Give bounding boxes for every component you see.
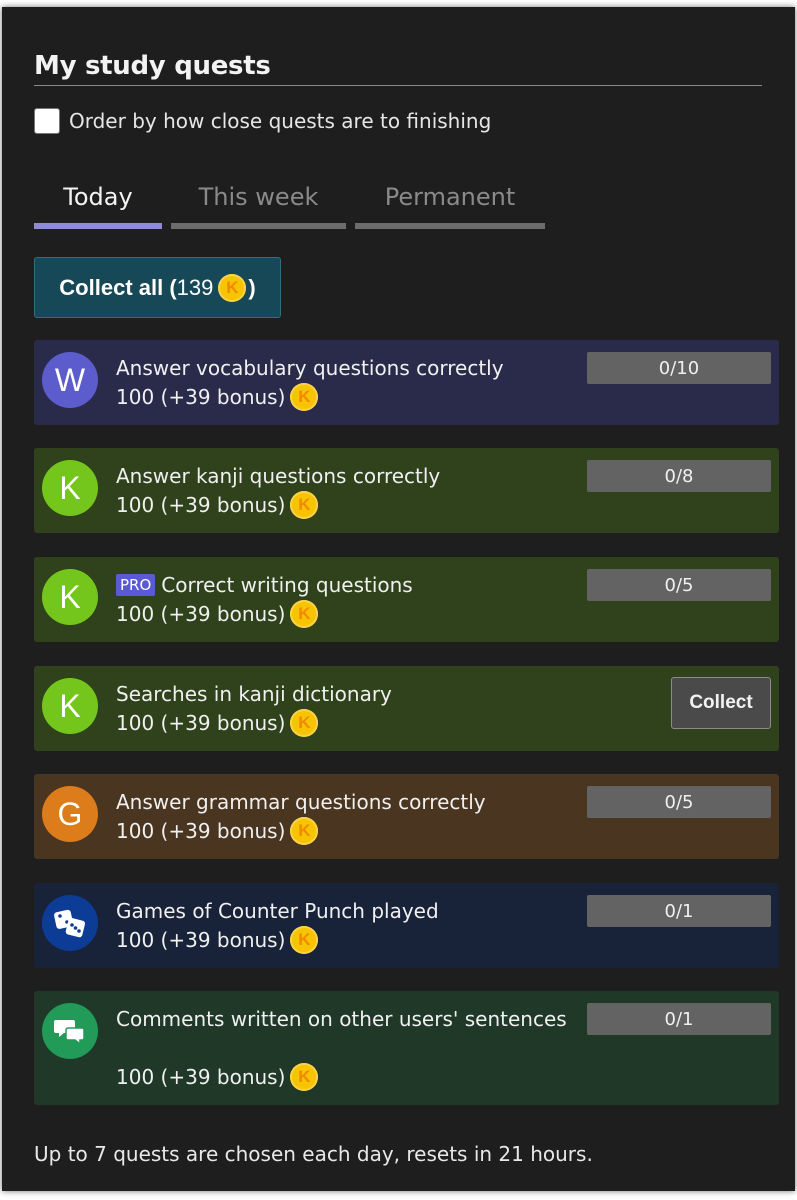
quest-reward: 100 (+39 bonus) K: [116, 817, 319, 845]
quest-card-grammar: G Answer grammar questions correctly 100…: [34, 774, 779, 859]
coin-icon: K: [290, 926, 319, 954]
quest-progress: 0/10: [587, 352, 771, 384]
quest-reward-text: 100 (+39 bonus): [116, 385, 286, 409]
tab-permanent[interactable]: Permanent: [355, 183, 545, 229]
quest-progress: 0/1: [587, 1003, 771, 1035]
quest-title: Answer vocabulary questions correctly: [116, 356, 504, 380]
collect-all-suffix: ): [248, 274, 256, 300]
quest-card-vocabulary: W Answer vocabulary questions correctly …: [34, 340, 779, 425]
quest-reward: 100 (+39 bonus) K: [116, 491, 319, 519]
quest-title: Answer kanji questions correctly: [116, 464, 441, 488]
tab-this-week[interactable]: This week: [171, 183, 346, 229]
quests-panel: My study quests Order by how close quest…: [2, 7, 795, 1191]
pro-badge: PRO: [116, 574, 156, 596]
tab-this-week-underline: [171, 223, 346, 229]
quest-reward-text: 100 (+39 bonus): [116, 602, 286, 626]
tab-permanent-label: Permanent: [384, 183, 516, 211]
avatar-k: K: [42, 678, 98, 734]
collect-button[interactable]: Collect: [671, 677, 771, 729]
quest-title: Searches in kanji dictionary: [116, 682, 392, 706]
coin-icon: K: [290, 709, 319, 737]
quest-reward-text: 100 (+39 bonus): [116, 493, 286, 517]
avatar-k: K: [42, 569, 98, 625]
coin-icon: K: [290, 817, 319, 845]
order-label[interactable]: Order by how close quests are to finishi…: [69, 109, 491, 133]
coin-icon: K: [290, 1063, 319, 1091]
order-checkbox[interactable]: [34, 108, 60, 134]
quest-reward: 100 (+39 bonus) K: [116, 926, 319, 954]
collect-all-amount: 139: [176, 274, 214, 300]
quest-reward: 100 (+39 bonus) K: [116, 709, 319, 737]
quest-reward-text: 100 (+39 bonus): [116, 1065, 286, 1089]
quest-title-text: Correct writing questions: [161, 573, 413, 597]
quest-title: Answer grammar questions correctly: [116, 790, 486, 814]
quest-reward-text: 100 (+39 bonus): [116, 711, 286, 735]
quest-title: Comments written on other users' sentenc…: [116, 1007, 567, 1031]
dice-icon: [42, 895, 98, 951]
quest-reward: 100 (+39 bonus) K: [116, 600, 319, 628]
quest-reward: 100 (+39 bonus) K: [116, 383, 319, 411]
page-title: My study quests: [34, 51, 762, 86]
quest-card-kanji-dictionary: K Searches in kanji dictionary 100 (+39 …: [34, 666, 779, 751]
collect-all-button[interactable]: Collect all (139 K): [34, 257, 281, 318]
quest-title: PRO Correct writing questions: [116, 571, 586, 600]
avatar-w: W: [42, 352, 98, 408]
collect-all-prefix: Collect all (: [59, 274, 177, 300]
quest-progress: 0/5: [587, 569, 771, 601]
chat-bubbles-icon: [42, 1003, 98, 1059]
quest-progress: 0/8: [587, 460, 771, 492]
quest-reward-text: 100 (+39 bonus): [116, 928, 286, 952]
quest-card-counter-punch: Games of Counter Punch played 100 (+39 b…: [34, 883, 779, 968]
quest-progress: 0/5: [587, 786, 771, 818]
tab-today-underline: [34, 223, 162, 229]
quest-card-kanji: K Answer kanji questions correctly 100 (…: [34, 448, 779, 533]
tab-today-label: Today: [63, 183, 133, 211]
coin-icon: K: [290, 383, 319, 411]
coin-icon: K: [218, 273, 247, 302]
tab-permanent-underline: [355, 223, 545, 229]
tab-today[interactable]: Today: [34, 183, 162, 229]
quest-reward-text: 100 (+39 bonus): [116, 819, 286, 843]
quest-title: Games of Counter Punch played: [116, 899, 439, 923]
coin-icon: K: [290, 600, 319, 628]
avatar-k: K: [42, 460, 98, 516]
order-option: Order by how close quests are to finishi…: [34, 108, 491, 134]
quest-card-comments: Comments written on other users' sentenc…: [34, 991, 779, 1105]
quest-progress: 0/1: [587, 895, 771, 927]
avatar-g: G: [42, 786, 98, 842]
tab-this-week-label: This week: [198, 183, 319, 211]
footer-note: Up to 7 quests are chosen each day, rese…: [34, 1142, 593, 1166]
quest-reward: 100 (+39 bonus) K: [116, 1063, 319, 1091]
coin-icon: K: [290, 491, 319, 519]
quest-card-writing: K PRO Correct writing questions 100 (+39 …: [34, 557, 779, 642]
